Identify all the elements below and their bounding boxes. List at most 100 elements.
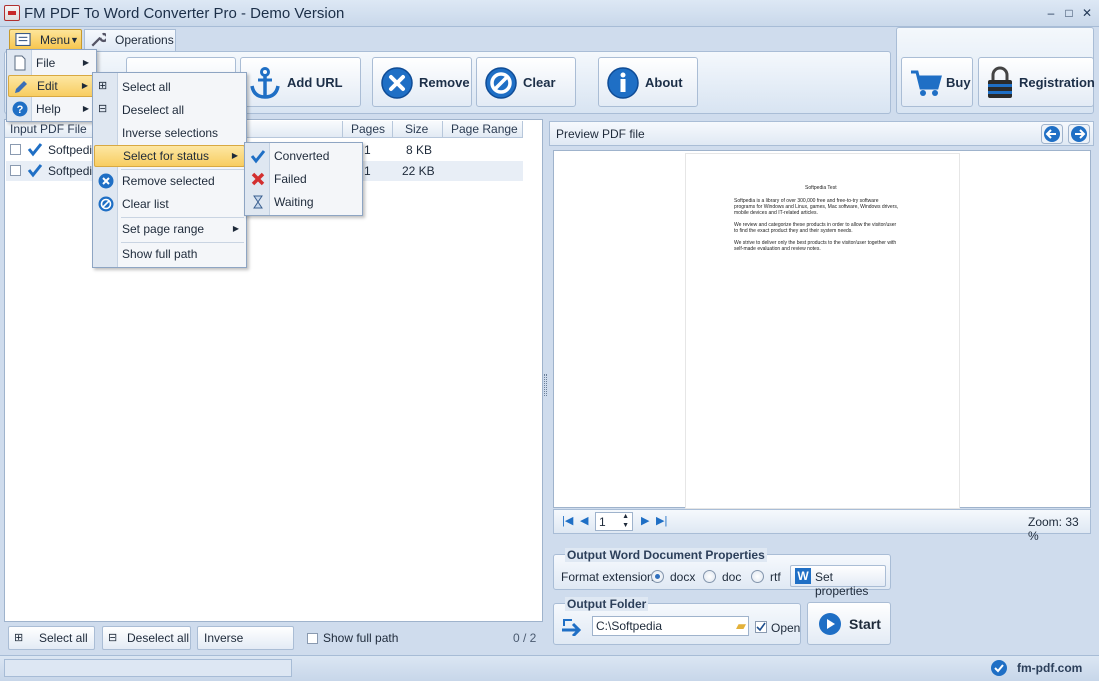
next-page-icon[interactable]: ▶ (641, 514, 649, 527)
remove-button[interactable]: Remove (372, 57, 472, 107)
output-folder-title: Output Folder (565, 597, 649, 611)
buy-button[interactable]: Buy (901, 57, 973, 107)
deselect-all-icon: ⊟ (108, 632, 118, 644)
folder-icon[interactable]: ▰ (736, 618, 746, 634)
menu-item-deselect-all[interactable]: ⊟ Deselect all (94, 99, 245, 121)
menu-item-show-full-path-label: Show full path (122, 247, 198, 261)
select-all-button[interactable]: ⊞ Select all (8, 626, 95, 650)
row-size: 22 KB (402, 164, 435, 178)
chevron-down-icon: ▼ (70, 35, 79, 45)
app-icon (4, 5, 20, 21)
format-docx-label: docx (670, 570, 696, 584)
page-number: 1 (599, 515, 606, 529)
menu-item-show-full-path[interactable]: Show full path (94, 243, 245, 265)
menu-item-select-all[interactable]: ⊞ Select all (94, 76, 245, 98)
remove-label: Remove (419, 75, 470, 90)
menu-item-inverse-selections[interactable]: Inverse selections (94, 122, 245, 144)
next-file-icon[interactable] (1068, 124, 1090, 144)
tab-operations[interactable]: Operations (84, 29, 176, 51)
converted-check-icon (27, 164, 43, 178)
last-page-icon[interactable]: ▶| (656, 514, 667, 527)
set-properties-button[interactable]: W Set properties (790, 565, 886, 598)
output-folder-input[interactable]: C:\Softpedia ▰ (592, 616, 749, 636)
progress-area (4, 659, 292, 677)
menu-item-remove-selected-label: Remove selected (122, 174, 215, 188)
menu-icon (15, 33, 31, 46)
preview-title: Preview PDF file (556, 127, 645, 141)
close-button[interactable]: ✕ (1079, 5, 1095, 21)
doc-line: self-made evaluation and review notes. (734, 246, 821, 252)
menu-item-set-page-range[interactable]: Set page range ▶ (94, 218, 245, 240)
verified-icon (991, 660, 1007, 676)
format-rtf-radio[interactable] (751, 570, 764, 583)
cart-icon (911, 70, 942, 96)
submenu-arrow-icon: ▶ (232, 224, 239, 233)
output-properties-title: Output Word Document Properties (565, 548, 767, 562)
menu-item-clear-list-label: Clear list (122, 197, 169, 211)
failed-x-icon (251, 172, 265, 186)
doc-line: to find the exact product they and their… (734, 228, 853, 234)
select-all-icon: ⊞ (14, 632, 24, 644)
menu-item-converted[interactable]: Converted (246, 145, 361, 167)
inverse-selections-button[interactable]: Inverse selections (197, 626, 294, 667)
minimize-button[interactable]: – (1043, 5, 1059, 21)
about-button[interactable]: About (598, 57, 698, 107)
tab-menu[interactable]: Menu ▼ (9, 29, 82, 51)
play-icon (819, 613, 841, 635)
clear-button[interactable]: Clear (476, 57, 576, 107)
menu-item-converted-label: Converted (274, 149, 330, 163)
registration-label: Registration (1019, 75, 1095, 90)
row-checkbox[interactable] (10, 165, 21, 176)
page-number-stepper[interactable]: 1 ▲ ▼ (595, 512, 633, 531)
format-doc-radio[interactable] (703, 570, 716, 583)
menu-item-help[interactable]: ? Help ▶ (8, 98, 95, 120)
menu-item-select-for-status[interactable]: Select for status ▶ (94, 145, 245, 167)
add-url-button[interactable]: Add URL (240, 57, 361, 107)
menu-item-failed[interactable]: Failed (246, 168, 361, 190)
format-doc-label: doc (722, 570, 742, 584)
start-button[interactable]: Start (807, 602, 891, 645)
prev-file-icon[interactable] (1041, 124, 1063, 144)
menu-item-clear-list[interactable]: Clear list (94, 193, 245, 215)
preview-header: Preview PDF file (549, 121, 1094, 146)
page-navigation-bar: |◀ ◀ 1 ▲ ▼ ▶ ▶| Zoom: 33 % (553, 509, 1091, 543)
prev-page-icon[interactable]: ◀ (580, 514, 588, 527)
window-title: FM PDF To Word Converter Pro - Demo Vers… (24, 5, 345, 22)
file-icon (14, 55, 26, 71)
maximize-button[interactable]: □ (1061, 5, 1077, 21)
main-menu: File ▶ Edit ▶ ? Help ▶ (6, 49, 97, 122)
row-checkbox[interactable] (10, 144, 21, 155)
clear-label: Clear (523, 75, 556, 90)
menu-item-waiting[interactable]: Waiting (246, 191, 361, 213)
menu-item-remove-selected[interactable]: Remove selected (94, 170, 245, 192)
pencil-icon (15, 81, 27, 93)
splitter-handle[interactable] (544, 374, 547, 396)
deselect-all-button[interactable]: ⊟ Deselect all (102, 626, 191, 650)
menu-item-file[interactable]: File ▶ (8, 52, 95, 74)
folder-arrow-icon[interactable] (560, 616, 586, 636)
registration-button[interactable]: Registration (978, 57, 1095, 107)
format-label: Format extension: (561, 570, 658, 584)
buy-label: Buy (946, 75, 971, 90)
menu-item-edit-label: Edit (37, 79, 58, 93)
open-checkbox[interactable] (755, 621, 767, 633)
show-full-path-checkbox[interactable] (307, 633, 318, 644)
format-docx-radio[interactable] (651, 570, 664, 583)
column-header-pages[interactable]: Pages (343, 121, 393, 138)
remove-icon (98, 173, 114, 189)
column-header-size[interactable]: Size (393, 121, 443, 138)
menu-item-inverse-label: Inverse selections (122, 126, 219, 140)
column-header-page-range[interactable]: Page Range (443, 121, 523, 138)
clear-icon (485, 67, 517, 99)
first-page-icon[interactable]: |◀ (562, 514, 573, 527)
add-url-label: Add URL (287, 75, 343, 90)
menu-item-help-label: Help (36, 102, 61, 116)
word-icon: W (795, 568, 811, 584)
menu-item-deselect-all-label: Deselect all (122, 103, 185, 117)
pdf-page: Softpedia Test Softpedia is a library of… (686, 154, 959, 508)
stepper-arrows-icon[interactable]: ▲ ▼ (622, 512, 629, 530)
site-link[interactable]: fm-pdf.com (1017, 661, 1082, 675)
anchor-icon (250, 67, 280, 99)
menu-item-edit[interactable]: Edit ▶ (8, 75, 95, 97)
checkmark-icon (756, 622, 766, 632)
